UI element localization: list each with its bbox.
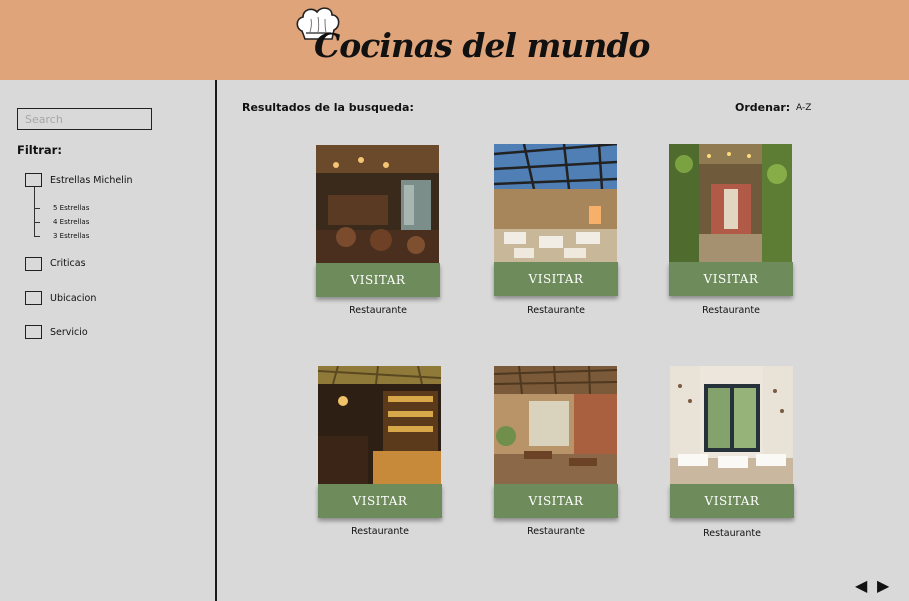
card-caption: Restaurante — [349, 305, 407, 316]
checkbox-servicio[interactable] — [25, 325, 42, 339]
sidebar-divider — [215, 80, 217, 601]
sort-label: Ordenar: — [735, 101, 791, 114]
visit-button[interactable]: VISITAR — [669, 262, 793, 296]
restaurant-photo[interactable] — [669, 144, 792, 262]
filter-label-ubicacion: Ubicacion — [50, 293, 97, 304]
restaurant-photo[interactable] — [494, 144, 617, 262]
card-caption: Restaurante — [527, 305, 585, 316]
restaurant-photo[interactable] — [494, 366, 617, 484]
restaurant-card: VISITAR Restaurante — [669, 144, 793, 316]
checkbox-ubicacion[interactable] — [25, 291, 42, 305]
restaurant-card: VISITAR Restaurante — [316, 145, 440, 316]
prev-page-icon[interactable]: ◀ — [855, 576, 867, 595]
next-page-icon[interactable]: ▶ — [877, 576, 889, 595]
visit-button[interactable]: VISITAR — [316, 263, 440, 297]
restaurant-card: VISITAR Restaurante — [494, 144, 618, 316]
filter-label-servicio: Servicio — [50, 327, 88, 338]
restaurant-card: VISITAR Restaurante — [494, 366, 618, 537]
michelin-option-5[interactable]: 5 Estrellas — [53, 204, 89, 212]
sort-dropdown[interactable]: A-Z — [796, 103, 811, 113]
restaurant-photo[interactable] — [670, 366, 793, 484]
card-caption: Restaurante — [527, 526, 585, 537]
michelin-option-4[interactable]: 4 Estrellas — [53, 218, 89, 226]
card-caption: Restaurante — [351, 526, 409, 537]
visit-button[interactable]: VISITAR — [318, 484, 442, 518]
restaurant-card: VISITAR Restaurante — [670, 366, 794, 539]
tree-tick — [34, 208, 40, 209]
filter-title: Filtrar: — [17, 143, 62, 157]
restaurant-photo[interactable] — [318, 366, 441, 484]
restaurant-card: VISITAR Restaurante — [318, 366, 442, 537]
checkbox-michelin[interactable] — [25, 173, 42, 187]
checkbox-criticas[interactable] — [25, 257, 42, 271]
tree-connector — [34, 187, 35, 237]
visit-button[interactable]: VISITAR — [670, 484, 794, 518]
card-caption: Restaurante — [703, 528, 761, 539]
visit-button[interactable]: VISITAR — [494, 484, 618, 518]
search-input[interactable] — [17, 108, 152, 130]
filter-label-michelin: Estrellas Michelin — [50, 175, 133, 186]
michelin-option-3[interactable]: 3 Estrellas — [53, 232, 89, 240]
visit-button[interactable]: VISITAR — [494, 262, 618, 296]
tree-tick — [34, 222, 40, 223]
restaurant-photo[interactable] — [316, 145, 439, 263]
tree-tick — [34, 236, 40, 237]
filter-label-criticas: Criticas — [50, 258, 86, 269]
card-caption: Restaurante — [702, 305, 760, 316]
header-bar: Cocinas del mundo — [0, 0, 909, 80]
results-title: Resultados de la busqueda: — [242, 101, 414, 114]
brand-title[interactable]: Cocinas del mundo — [314, 26, 650, 65]
